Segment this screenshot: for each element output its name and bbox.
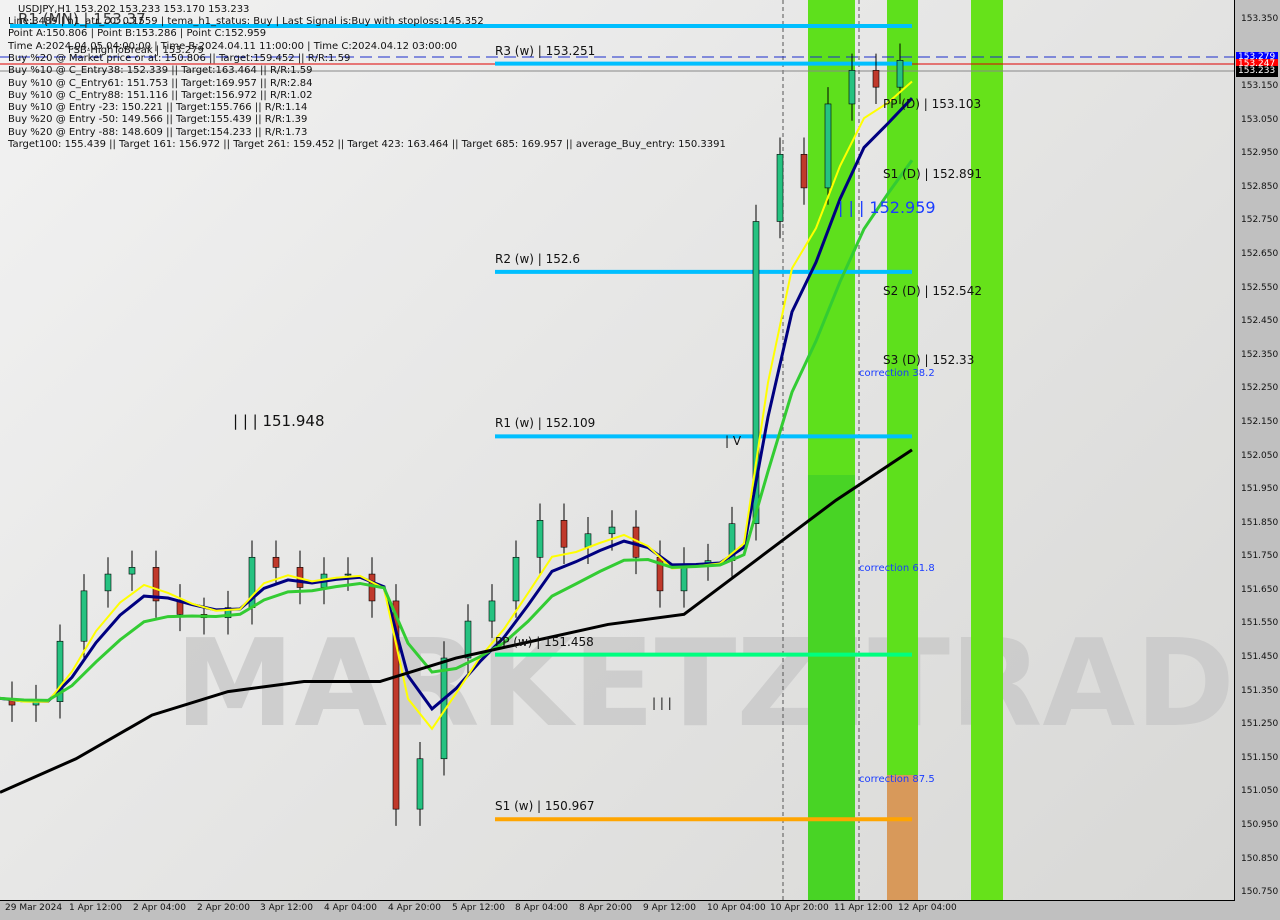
signal-info-line: Buy %10 @ C_Entry38: 152.339 || Target:1…: [8, 65, 313, 77]
annotation-152959: | | | 152.959: [838, 198, 936, 217]
signal-info-line: Point A:150.806 | Point B:153.286 | Poin…: [8, 28, 267, 40]
candle-body: [536, 520, 544, 558]
y-tick-label: 150.750: [1241, 887, 1279, 898]
session-band: [887, 0, 918, 900]
candle-body: [512, 556, 520, 602]
y-tick-label: 151.550: [1241, 618, 1279, 629]
weekly-level-label: R1 (w) | 152.109: [495, 416, 596, 431]
session-band-orange: [887, 775, 918, 900]
signal-info-line: Buy %10 @ Entry -23: 150.221 || Target:1…: [8, 102, 308, 114]
annotation-v: | V: [725, 434, 742, 448]
candle-body: [104, 573, 112, 592]
x-tick-label: 4 Apr 04:00: [324, 903, 377, 913]
y-tick-label: 152.150: [1241, 416, 1279, 427]
weekly-level-label: PP (w) | 151.458: [495, 634, 594, 649]
signal-info-line: Line:3489 | h1_atr_c0: 0.1559 | tema_h1_…: [8, 16, 484, 27]
y-tick-label: 153.350: [1241, 14, 1279, 24]
candle-body: [584, 533, 592, 548]
s2-d-label: S2 (D) | 152.542: [883, 284, 982, 298]
session-band: [971, 0, 1003, 900]
candle-body: [488, 600, 496, 622]
candle-body: [80, 590, 88, 642]
y-tick-label: 152.950: [1241, 148, 1279, 159]
x-tick-label: 5 Apr 12:00: [452, 903, 505, 913]
candle-body: [896, 59, 904, 88]
signal-info-line: Buy %20 @ Entry -88: 148.609 || Target:1…: [8, 126, 308, 138]
candle-body: [464, 620, 472, 659]
y-tick-label: 151.350: [1241, 685, 1279, 696]
x-tick-label: 9 Apr 12:00: [643, 903, 696, 913]
chart-plot-area[interactable]: MARKETZITRADE USDJPY,H1 153.202 153.233 …: [0, 0, 1235, 901]
x-tick-label: 1 Apr 12:00: [69, 903, 122, 913]
candle-body: [416, 758, 424, 810]
signal-info-line: Target100: 155.439 || Target 161: 156.97…: [8, 139, 726, 150]
y-tick-label: 151.950: [1241, 484, 1279, 495]
s3-d-label: S3 (D) | 152.33: [883, 353, 975, 367]
y-tick-label: 150.850: [1241, 853, 1279, 864]
x-tick-label: 11 Apr 12:00: [834, 903, 893, 913]
correction-87-label: correction 87.5: [859, 774, 935, 785]
x-tick-label: 12 Apr 04:00: [898, 903, 957, 913]
x-tick-label: 4 Apr 20:00: [388, 903, 441, 913]
y-tick-label: 151.450: [1241, 652, 1279, 663]
x-tick-label: 10 Apr 20:00: [770, 903, 829, 913]
y-tick-label: 152.650: [1241, 249, 1279, 260]
y-tick-label: 151.050: [1241, 786, 1279, 797]
y-tick-label: 151.650: [1241, 584, 1279, 595]
y-tick-label: 152.550: [1241, 282, 1279, 293]
x-tick-label: 8 Apr 04:00: [515, 903, 568, 913]
chart-window: MARKETZITRADE USDJPY,H1 153.202 153.233 …: [0, 0, 1280, 920]
y-tick-label: 152.350: [1241, 349, 1279, 360]
y-tick-label: 152.050: [1241, 450, 1279, 461]
weekly-level-label: R2 (w) | 152.6: [495, 251, 580, 266]
y-tick-label: 151.850: [1241, 517, 1279, 528]
y-tick-label: 153.150: [1241, 81, 1279, 92]
y-tick-label: 152.750: [1241, 215, 1279, 226]
pp-d-label: PP (D) | 153.103: [883, 97, 982, 111]
x-tick-label: 2 Apr 20:00: [197, 903, 250, 913]
candle-body: [272, 556, 280, 568]
watermark: MARKETZITRADE: [175, 615, 1234, 754]
candle-body: [608, 526, 616, 535]
candle-body: [824, 103, 832, 189]
candle-body: [128, 567, 136, 575]
candle-body: [848, 70, 856, 105]
y-tick-label: 151.150: [1241, 752, 1279, 763]
x-tick-label: 3 Apr 12:00: [260, 903, 313, 913]
signal-info-line: Buy %20 @ Entry -50: 149.566 || Target:1…: [8, 114, 308, 126]
y-tick-label: 153.050: [1241, 114, 1279, 125]
correction-38-label: correction 38.2: [859, 368, 935, 379]
y-tick-label: 151.250: [1241, 719, 1279, 730]
s1-d-label: S1 (D) | 152.891: [883, 167, 982, 181]
correction-61-label: correction 61.8: [859, 563, 935, 574]
x-tick-label: 10 Apr 04:00: [707, 903, 766, 913]
fsb-label: FSB-HighToBreak | 153.279: [68, 45, 204, 56]
session-band-lower: [808, 475, 855, 900]
candle-body: [560, 520, 568, 548]
weekly-level-label: S1 (w) | 150.967: [495, 799, 595, 814]
x-tick-label: 29 Mar 2024: [5, 903, 63, 913]
signal-info-line: Buy %10 @ C_Entry88: 151.116 || Target:1…: [8, 89, 313, 101]
weekly-level-label: R3 (w) | 153.251: [495, 43, 596, 58]
price-tag: 153.233: [1236, 66, 1278, 77]
candle-body: [344, 573, 352, 576]
signal-info-line: Buy %10 @ C_Entry61: 151.753 || Target:1…: [8, 77, 313, 89]
y-tick-label: 152.450: [1241, 316, 1279, 327]
y-tick-label: 152.850: [1241, 181, 1279, 192]
candle-body: [872, 70, 880, 88]
y-tick-label: 152.250: [1241, 383, 1279, 394]
candle-body: [800, 154, 808, 189]
x-tick-label: 8 Apr 20:00: [579, 903, 632, 913]
x-tick-label: 2 Apr 04:00: [133, 903, 186, 913]
y-tick-label: 151.750: [1241, 551, 1279, 562]
y-tick-label: 150.950: [1241, 819, 1279, 830]
annotation-iii: | | |: [652, 696, 672, 710]
annotation-151948: | | | 151.948: [233, 412, 325, 430]
candle-body: [776, 154, 784, 222]
